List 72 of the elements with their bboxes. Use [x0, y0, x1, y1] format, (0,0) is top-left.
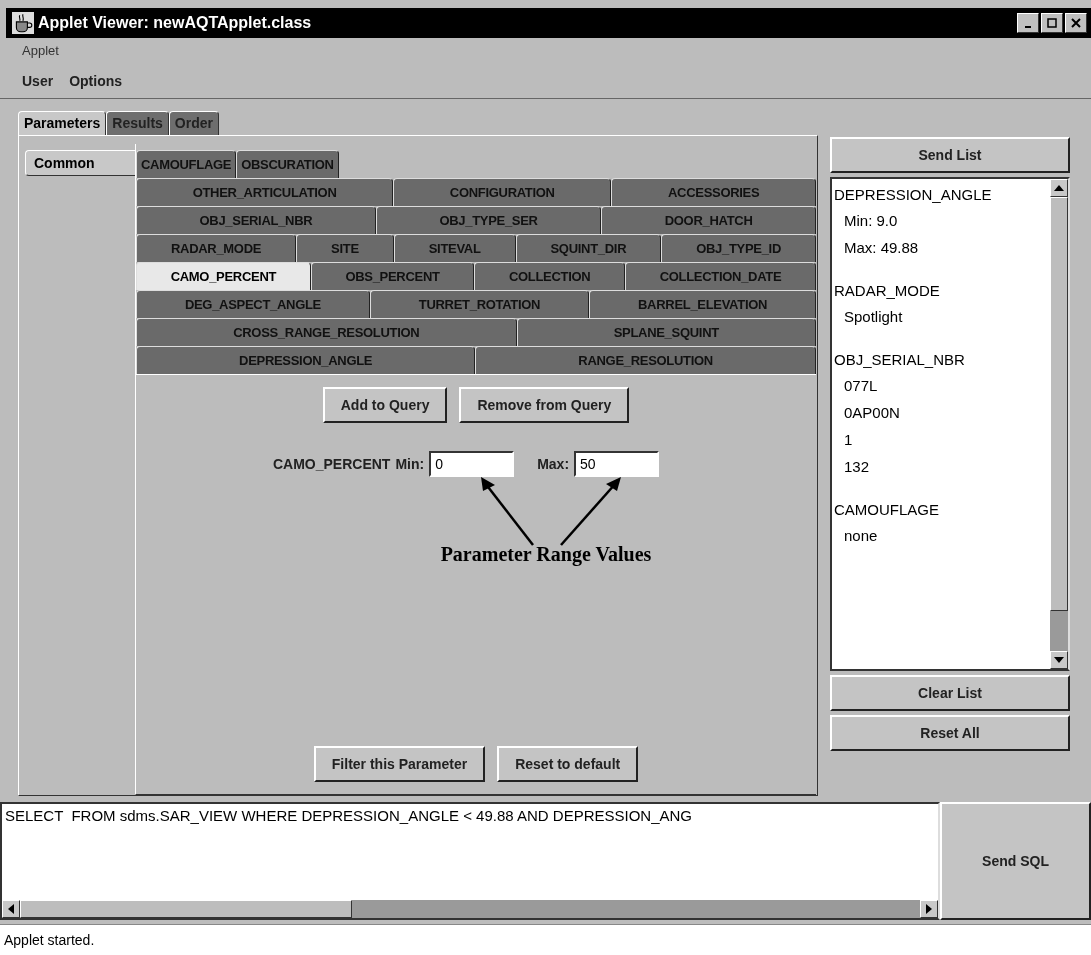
list-heading: DEPRESSION_ANGLE	[834, 184, 993, 205]
min-label: Min:	[395, 455, 425, 472]
send-sql-button[interactable]: Send SQL	[940, 802, 1091, 921]
tab[interactable]: OTHER_ARTICULATION	[136, 177, 394, 206]
tab[interactable]: BARREL_ELEVATION	[589, 289, 816, 318]
close-icon	[1071, 17, 1081, 28]
query-button[interactable]: Add to Query	[322, 386, 448, 423]
tab[interactable]: Order	[168, 110, 219, 135]
sql-text: SELECT FROM sdms.SAR_VIEW WHERE DEPRESSION_ANGLE < 49.88 AND DEPRESSION_ANG	[4, 806, 693, 827]
list-value: 1	[843, 429, 854, 450]
list-heading: RADAR_MODE	[834, 280, 941, 301]
menu-item[interactable]: Options	[69, 72, 123, 89]
tab[interactable]: OBS_PERCENT	[310, 261, 475, 290]
tab[interactable]: COLLECTION_DATE	[625, 261, 816, 290]
list-heading: CAMOUFLAGE	[834, 499, 940, 520]
tab[interactable]: RADAR_MODE	[136, 233, 297, 262]
tab[interactable]: CAMO_PERCENT	[136, 261, 311, 290]
window-title: Applet Viewer: newAQTApplet.class	[38, 13, 312, 32]
minimize-icon	[1025, 25, 1031, 28]
tab[interactable]: COLLECTION	[474, 261, 626, 290]
list-value: 077L	[843, 375, 879, 396]
max-field[interactable]: 50	[574, 450, 660, 477]
tab[interactable]: OBSCURATION	[236, 149, 339, 178]
list-heading: OBJ_SERIAL_NBR	[834, 349, 966, 370]
annotation: Parameter Range Values	[440, 542, 652, 566]
min-field[interactable]: 0	[429, 450, 515, 477]
arrow	[560, 476, 621, 546]
list-value: Spotlight	[843, 306, 904, 327]
list-value: 132	[843, 456, 871, 477]
list-button[interactable]: Reset All	[830, 714, 1070, 751]
tab[interactable]: SPLANE_SQUINT	[516, 317, 816, 346]
tab[interactable]: SITE	[296, 233, 394, 262]
tab[interactable]: Common	[25, 149, 135, 176]
tab[interactable]: CONFIGURATION	[393, 177, 612, 206]
scrollbar[interactable]	[2, 900, 938, 919]
status-bar: Applet started.	[0, 924, 1091, 955]
tab[interactable]: DEPRESSION_ANGLE	[136, 345, 476, 374]
maximize-button[interactable]	[1041, 12, 1063, 33]
tab[interactable]: RANGE_RESOLUTION	[475, 345, 816, 374]
close-button[interactable]	[1065, 12, 1087, 33]
tab[interactable]: Results	[106, 110, 169, 135]
list-button[interactable]: Clear List	[830, 674, 1070, 711]
maximize-icon	[1047, 17, 1057, 28]
tab[interactable]: DOOR_HATCH	[601, 205, 816, 234]
tab[interactable]: OBJ_TYPE_ID	[661, 233, 816, 262]
list-value: none	[843, 525, 879, 546]
scrollbar[interactable]	[1050, 178, 1068, 669]
list-value: Min: 9.0	[843, 210, 899, 231]
tab[interactable]: CAMOUFLAGE	[136, 149, 237, 178]
list-value: Max: 49.88	[843, 237, 920, 258]
tab[interactable]: SQUINT_DIR	[515, 233, 662, 262]
tab[interactable]: OBJ_TYPE_SER	[375, 205, 602, 234]
menu-item[interactable]: Applet	[22, 43, 59, 59]
arrow	[481, 476, 534, 546]
send-list-button[interactable]: Send List	[830, 136, 1070, 173]
tab[interactable]: Parameters	[18, 110, 107, 135]
sql-text-area[interactable]: SELECT FROM sdms.SAR_VIEW WHERE DEPRESSION_ANGLE < 49.88 AND DEPRESSION_ANG	[0, 802, 940, 921]
tab[interactable]: CROSS_RANGE_RESOLUTION	[136, 317, 517, 346]
menu-item[interactable]: User	[22, 72, 54, 89]
max-label: Max:	[537, 455, 570, 472]
list-value: 0AP00N	[843, 402, 901, 423]
parameter-label: CAMO_PERCENT	[272, 455, 391, 472]
minimize-button[interactable]	[1017, 12, 1039, 33]
filter-button[interactable]: Filter this Parameter	[313, 746, 486, 783]
coffee-cup-icon	[12, 11, 34, 34]
filter-button[interactable]: Reset to default	[497, 746, 639, 783]
tab[interactable]: SITEVAL	[393, 233, 516, 262]
tab[interactable]: TURRET_ROTATION	[369, 289, 590, 318]
query-button[interactable]: Remove from Query	[459, 386, 630, 423]
tab[interactable]: ACCESSORIES	[611, 177, 816, 206]
tab[interactable]: OBJ_SERIAL_NBR	[136, 205, 376, 234]
tab[interactable]: DEG_ASPECT_ANGLE	[136, 289, 370, 318]
